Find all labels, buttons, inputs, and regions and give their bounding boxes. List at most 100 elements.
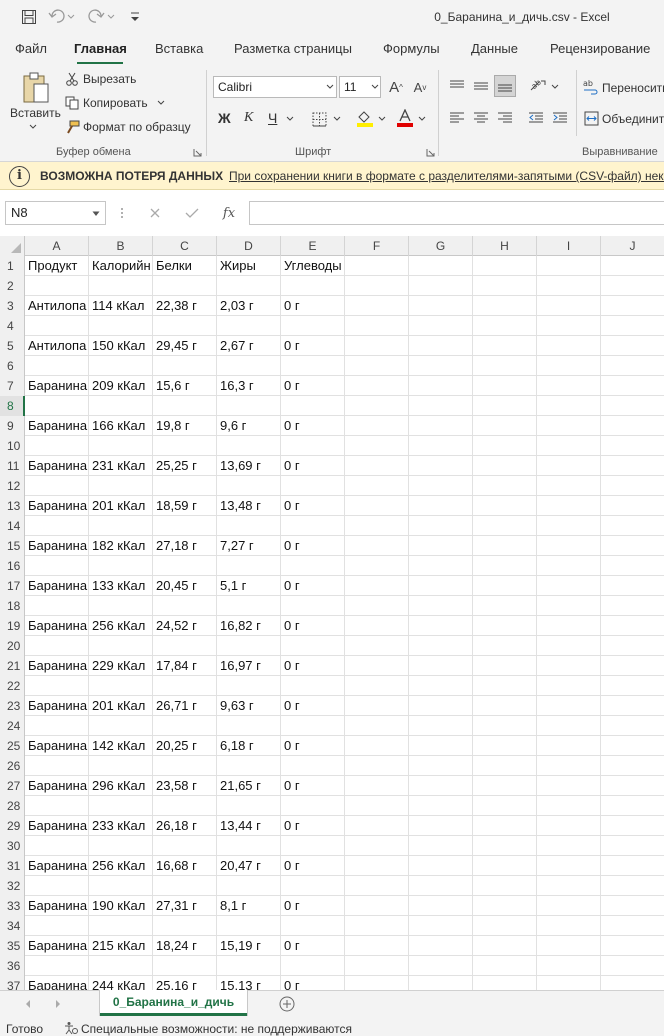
cell-empty[interactable] <box>409 776 473 796</box>
cell-empty[interactable] <box>345 656 409 676</box>
cell-empty[interactable] <box>473 676 537 696</box>
cell-empty[interactable] <box>601 496 664 516</box>
cell-a[interactable] <box>25 836 89 856</box>
cell-c[interactable] <box>153 716 217 736</box>
cell-empty[interactable] <box>409 716 473 736</box>
cell-empty[interactable] <box>409 856 473 876</box>
cell-e[interactable] <box>281 476 345 496</box>
column-header-b[interactable]: B <box>89 236 153 256</box>
cell-empty[interactable] <box>345 696 409 716</box>
row-header[interactable]: 29 <box>0 816 25 836</box>
cell-c[interactable] <box>153 356 217 376</box>
formula-bar-grip-icon[interactable] <box>118 205 126 221</box>
cell-empty[interactable] <box>601 316 664 336</box>
column-header-a[interactable]: A <box>25 236 89 256</box>
cell-empty[interactable] <box>537 396 601 416</box>
cell-d[interactable] <box>217 796 281 816</box>
cell-e[interactable]: 0 г <box>281 656 345 676</box>
cell-d[interactable]: 5,1 г <box>217 576 281 596</box>
cell-b[interactable]: 233 кКал <box>89 816 153 836</box>
column-header-j[interactable]: J <box>601 236 664 256</box>
wrap-text-icon[interactable]: ab <box>583 78 599 96</box>
cell-b[interactable] <box>89 316 153 336</box>
cell-empty[interactable] <box>601 296 664 316</box>
cell-empty[interactable] <box>345 316 409 336</box>
row-header[interactable]: 8 <box>0 396 25 416</box>
cell-empty[interactable] <box>601 396 664 416</box>
cell-empty[interactable] <box>537 496 601 516</box>
cell-empty[interactable] <box>601 436 664 456</box>
align-left-icon[interactable] <box>447 108 467 128</box>
cell-empty[interactable] <box>473 496 537 516</box>
worksheet-grid[interactable]: A B C D E F G H I J 1 Продукт Калорийн Белк… <box>0 236 664 990</box>
tab-formulas[interactable]: Формулы <box>383 41 440 56</box>
cell-a[interactable]: Баранина <box>25 416 89 436</box>
borders-dropdown-icon[interactable] <box>332 114 342 124</box>
cell-e[interactable] <box>281 436 345 456</box>
row-header[interactable]: 4 <box>0 316 25 336</box>
tab-review[interactable]: Рецензирование <box>550 41 650 56</box>
cell-c[interactable]: 27,31 г <box>153 896 217 916</box>
cell-empty[interactable] <box>345 796 409 816</box>
cell-d[interactable]: 16,97 г <box>217 656 281 676</box>
cell-empty[interactable] <box>409 576 473 596</box>
cell-e[interactable] <box>281 716 345 736</box>
cell-a[interactable] <box>25 516 89 536</box>
cell-c[interactable] <box>153 876 217 896</box>
row-header[interactable]: 10 <box>0 436 25 456</box>
cell-c[interactable] <box>153 276 217 296</box>
cell-empty[interactable] <box>601 836 664 856</box>
select-all-button[interactable] <box>0 236 25 256</box>
cell-empty[interactable] <box>345 616 409 636</box>
wrap-text-button[interactable]: Переносить <box>602 81 664 95</box>
cell-empty[interactable] <box>409 636 473 656</box>
cell-empty[interactable] <box>345 756 409 776</box>
cell-empty[interactable] <box>409 956 473 976</box>
cell-a[interactable]: Антилопа <box>25 336 89 356</box>
cell-c[interactable]: 18,59 г <box>153 496 217 516</box>
row-header[interactable]: 9 <box>0 416 25 436</box>
copy-icon[interactable] <box>64 95 80 111</box>
cell-e[interactable]: 0 г <box>281 296 345 316</box>
cell-empty[interactable] <box>601 716 664 736</box>
cell-empty[interactable] <box>537 856 601 876</box>
cell-e[interactable] <box>281 636 345 656</box>
row-header[interactable]: 17 <box>0 576 25 596</box>
cell-empty[interactable] <box>601 456 664 476</box>
row-header[interactable]: 19 <box>0 616 25 636</box>
cell-empty[interactable] <box>473 316 537 336</box>
cell-empty[interactable] <box>473 916 537 936</box>
cell-d[interactable] <box>217 516 281 536</box>
cell-empty[interactable] <box>345 396 409 416</box>
cell-empty[interactable] <box>601 896 664 916</box>
cell-c[interactable]: 16,68 г <box>153 856 217 876</box>
cell-c[interactable]: 25,16 г <box>153 976 217 990</box>
cell-b[interactable]: 256 кКал <box>89 856 153 876</box>
cell-c[interactable]: 18,24 г <box>153 936 217 956</box>
cell-empty[interactable] <box>473 876 537 896</box>
cell-b[interactable] <box>89 356 153 376</box>
font-color-icon[interactable] <box>395 108 415 128</box>
cell-a[interactable] <box>25 396 89 416</box>
cell-empty[interactable] <box>537 676 601 696</box>
cell-empty[interactable] <box>473 276 537 296</box>
cell-c[interactable]: 26,71 г <box>153 696 217 716</box>
cell-c[interactable] <box>153 316 217 336</box>
cell-d[interactable]: 9,63 г <box>217 696 281 716</box>
cell-b[interactable] <box>89 956 153 976</box>
cell-empty[interactable] <box>409 516 473 536</box>
cell-empty[interactable] <box>537 876 601 896</box>
cell-empty[interactable] <box>345 256 409 276</box>
cell-empty[interactable] <box>345 636 409 656</box>
column-header-h[interactable]: H <box>473 236 537 256</box>
chevron-down-icon[interactable] <box>325 82 335 92</box>
underline-dropdown-icon[interactable] <box>285 114 295 124</box>
tab-file[interactable]: Файл <box>15 41 47 56</box>
row-header[interactable]: 20 <box>0 636 25 656</box>
cell-c[interactable] <box>153 596 217 616</box>
cell-empty[interactable] <box>537 336 601 356</box>
cell-b[interactable] <box>89 276 153 296</box>
cell-empty[interactable] <box>537 376 601 396</box>
cell-empty[interactable] <box>409 756 473 776</box>
cell-e[interactable] <box>281 396 345 416</box>
